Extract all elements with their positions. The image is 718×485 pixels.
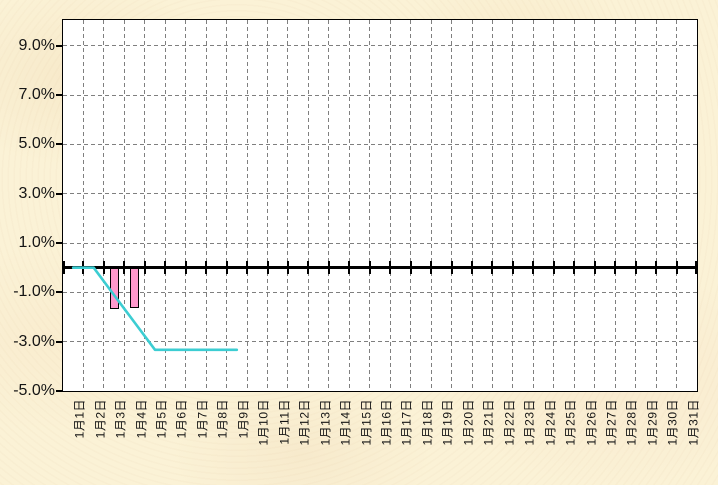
x-axis-label: 1月6日: [173, 399, 190, 438]
y-axis-tick: [56, 193, 62, 195]
y-axis-tick: [56, 143, 62, 145]
y-axis-tick: [56, 291, 62, 293]
x-axis-label: 1月24日: [541, 399, 558, 446]
y-axis-label: 5.0%: [0, 134, 55, 154]
plot-area: [62, 19, 698, 392]
x-axis-label: 1月31日: [684, 399, 701, 446]
x-axis-label: 1月17日: [398, 399, 415, 446]
y-axis-tick: [56, 242, 62, 244]
y-axis-label: 3.0%: [0, 184, 55, 204]
y-axis-label: -1.0%: [0, 282, 55, 302]
y-axis-label: 9.0%: [0, 36, 55, 56]
x-axis-label: 1月10日: [255, 399, 272, 446]
x-axis-label: 1月9日: [234, 399, 251, 438]
x-axis-label: 1月2日: [91, 399, 108, 438]
x-axis-label: 1月4日: [132, 399, 149, 438]
line-series-path: [73, 268, 237, 350]
y-axis-tick: [56, 341, 62, 343]
x-axis-label: 1月13日: [316, 399, 333, 446]
x-axis-label: 1月8日: [214, 399, 231, 438]
x-axis-label: 1月19日: [439, 399, 456, 446]
x-axis-label: 1月1日: [71, 399, 88, 438]
x-axis-label: 1月15日: [357, 399, 374, 446]
y-axis-label: 7.0%: [0, 85, 55, 105]
x-axis-label: 1月12日: [296, 399, 313, 446]
x-axis-label: 1月29日: [643, 399, 660, 446]
y-axis-label: -3.0%: [0, 332, 55, 352]
x-axis-label: 1月28日: [623, 399, 640, 446]
x-axis-label: 1月22日: [500, 399, 517, 446]
x-axis-label: 1月3日: [112, 399, 129, 438]
x-axis-label: 1月14日: [337, 399, 354, 446]
y-axis-tick: [56, 390, 62, 392]
x-axis-label: 1月27日: [602, 399, 619, 446]
y-axis-label: -5.0%: [0, 381, 55, 401]
x-axis-label: 1月23日: [521, 399, 538, 446]
x-axis-label: 1月7日: [193, 399, 210, 438]
x-axis-label: 1月11日: [275, 399, 292, 445]
x-axis-label: 1月5日: [153, 399, 170, 438]
y-axis-tick: [56, 94, 62, 96]
chart-canvas: 9.0% 7.0% 5.0% 3.0% 1.0% -1.0% -3.0% -5.0% 1月1日…: [0, 0, 718, 485]
x-axis-label: 1月20日: [459, 399, 476, 446]
x-axis-label: 1月21日: [480, 399, 497, 446]
y-axis-label: 1.0%: [0, 233, 55, 253]
y-axis-tick: [56, 45, 62, 47]
line-series: [63, 20, 697, 391]
x-axis-label: 1月26日: [582, 399, 599, 446]
x-axis-label: 1月16日: [378, 399, 395, 446]
x-axis-label: 1月25日: [562, 399, 579, 446]
x-axis-label: 1月30日: [664, 399, 681, 446]
x-axis-label: 1月18日: [418, 399, 435, 446]
